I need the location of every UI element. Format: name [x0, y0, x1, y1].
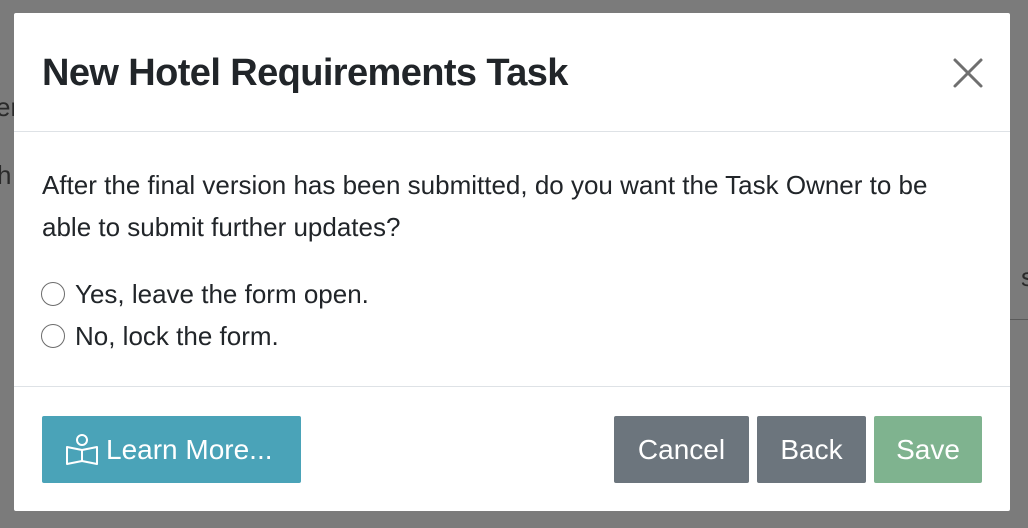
- dialog-body: After the final version has been submitt…: [14, 132, 1010, 387]
- book-reader-icon: [66, 433, 98, 465]
- radio-button[interactable]: [41, 282, 65, 306]
- cancel-button[interactable]: Cancel: [614, 416, 749, 483]
- close-button[interactable]: [950, 55, 986, 91]
- radio-label: Yes, leave the form open.: [75, 279, 369, 309]
- dialog-title: New Hotel Requirements Task: [42, 52, 568, 94]
- radio-option-leave-open[interactable]: Yes, leave the form open.: [41, 274, 369, 314]
- task-settings-dialog: New Hotel Requirements Task After the fi…: [14, 13, 1010, 511]
- radio-option-lock-form[interactable]: No, lock the form.: [41, 316, 279, 356]
- learn-more-label: Learn More...: [106, 433, 273, 465]
- background-text-fragment: s: [1021, 262, 1028, 292]
- question-text: After the final version has been submitt…: [42, 170, 928, 242]
- close-icon: [953, 58, 983, 88]
- background-text-fragment: h: [0, 160, 12, 190]
- dialog-footer: Learn More... Cancel Back Save: [14, 387, 1010, 511]
- radio-label: No, lock the form.: [75, 321, 279, 351]
- radio-button[interactable]: [41, 324, 65, 348]
- save-button[interactable]: Save: [874, 416, 982, 483]
- back-button[interactable]: Back: [757, 416, 866, 483]
- background-divider: [1010, 319, 1028, 320]
- dialog-header: New Hotel Requirements Task: [14, 13, 1010, 132]
- learn-more-button[interactable]: Learn More...: [42, 416, 301, 483]
